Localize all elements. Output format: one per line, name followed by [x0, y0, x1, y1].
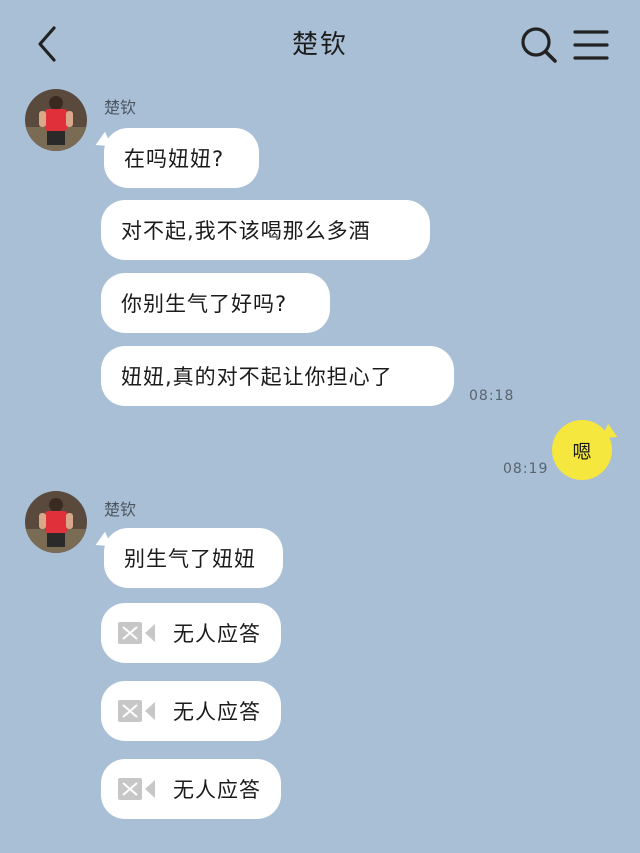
message-bubble[interactable]: 对不起,我不该喝那么多酒 [101, 200, 430, 260]
video-camera-icon [118, 778, 155, 800]
avatar[interactable] [25, 89, 87, 151]
avatar-image [25, 89, 87, 151]
timestamp: 08:19 [503, 461, 549, 477]
message-bubble[interactable]: 妞妞,真的对不起让你担心了 [101, 346, 454, 406]
my-message-text: 嗯 [572, 440, 592, 463]
search-icon [521, 27, 557, 63]
call-status: 无人应答 [173, 778, 261, 802]
menu-icon [573, 30, 609, 60]
call-status: 无人应答 [173, 700, 261, 724]
sender-name: 楚钦 [104, 98, 137, 117]
message-bubble[interactable]: 在吗妞妞? [104, 128, 259, 188]
video-camera-icon [118, 700, 155, 722]
timestamp: 08:18 [469, 388, 515, 404]
avatar-image [25, 491, 87, 553]
message-bubble[interactable]: 你别生气了好吗? [101, 273, 330, 333]
top-bar: 楚钦 [0, 0, 640, 90]
missed-video-call[interactable]: 无人应答 [101, 759, 281, 819]
missed-video-call[interactable]: 无人应答 [101, 681, 281, 741]
video-camera-icon [118, 622, 155, 644]
call-status: 无人应答 [173, 622, 261, 646]
search-button[interactable] [518, 24, 560, 66]
avatar[interactable] [25, 491, 87, 553]
menu-button[interactable] [572, 26, 610, 64]
my-message-bubble[interactable]: 嗯 [552, 420, 612, 480]
missed-video-call[interactable]: 无人应答 [101, 603, 281, 663]
sender-name: 楚钦 [104, 500, 137, 519]
message-bubble[interactable]: 别生气了妞妞 [104, 528, 283, 588]
